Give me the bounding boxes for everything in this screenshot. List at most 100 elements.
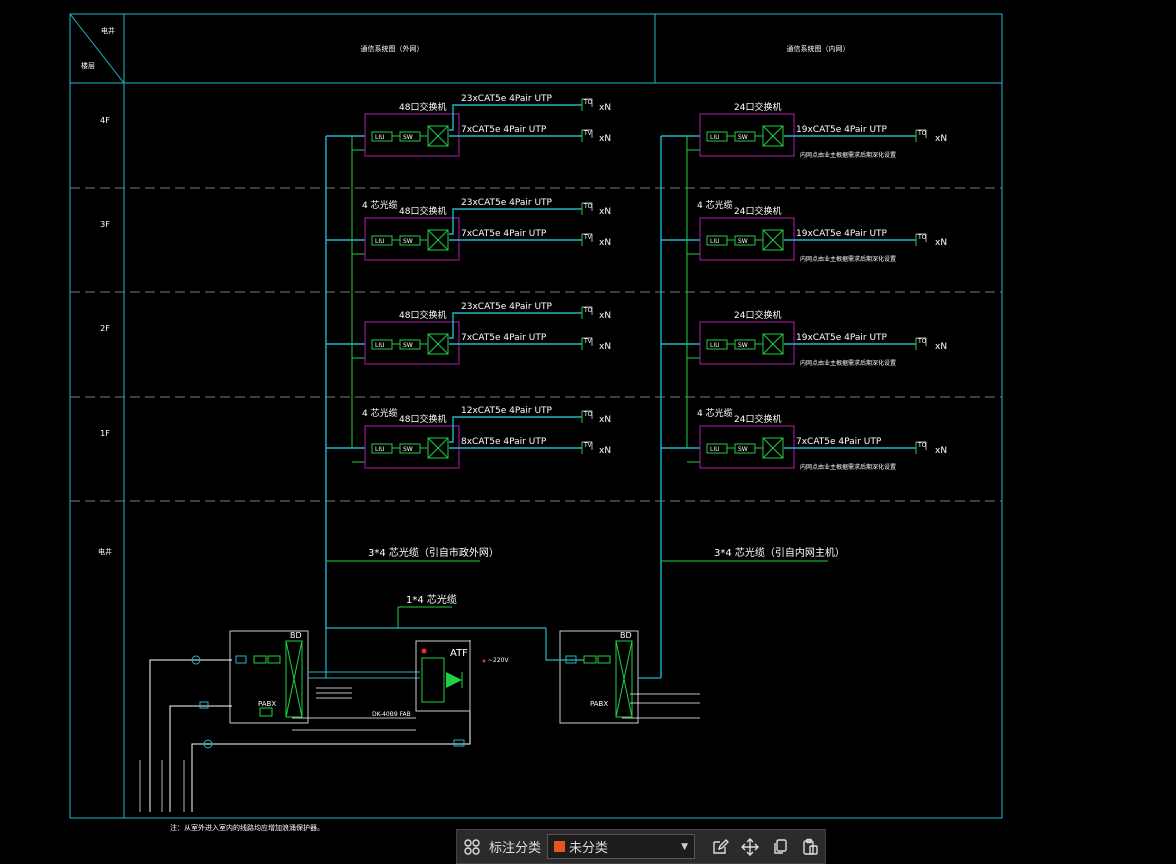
inner-distribution-frame: BD PABX: [545, 628, 700, 724]
left-floor-row-1f: LIU SW 48口交换机4 芯光缆 12xCAT5e 4Pair UTP 8xCAT5…: [326, 406, 611, 469]
sw-label: SW: [738, 446, 748, 453]
outlet-label: TV: [583, 130, 593, 137]
fiber-label: 4 芯光缆: [362, 407, 398, 419]
count-label: xN: [599, 134, 611, 144]
atf-unit: ATF ~220V DK-40B9 FAB: [372, 640, 509, 718]
inner-bd-label: BD: [620, 631, 632, 640]
move-icon[interactable]: [735, 832, 765, 862]
count-label: xN: [599, 311, 611, 321]
sw-label: SW: [403, 446, 413, 453]
count-label: xN: [599, 238, 611, 248]
floor-rows: LIU SW 48口交换机 23xCAT5e 4Pair UTP 7xCAT5e 4Pa…: [326, 94, 947, 471]
annotation-category-label: 标注分类: [489, 841, 542, 856]
outer-pabx-label: PABX: [258, 700, 276, 708]
liu-label: LIU: [710, 342, 720, 349]
liu-label: LIU: [375, 446, 385, 453]
incoming-lines: [139, 640, 471, 812]
atf-label: ATF: [450, 648, 468, 659]
cable-label-upper: 7xCAT5e 4Pair UTP: [796, 437, 882, 447]
left-floor-row-2f: LIU SW 48口交换机 23xCAT5e 4Pair UTP 7xCAT5e 4Pa…: [326, 302, 611, 365]
outlet-label: TO: [917, 338, 927, 345]
corner-top-label: 电井: [101, 26, 115, 35]
floor-label-2f: 2F: [100, 324, 110, 333]
right-floor-row-1f: LIU SW 24口交换机4 芯光缆 7xCAT5e 4Pair UTP 内网点由业主根…: [661, 407, 947, 471]
switch-label: 48口交换机: [399, 205, 446, 217]
switch-label: 24口交换机: [734, 205, 781, 217]
sw-label: SW: [403, 238, 413, 245]
left-floor-row-4f: LIU SW 48口交换机 23xCAT5e 4Pair UTP 7xCAT5e 4Pa…: [326, 94, 611, 157]
count-label: xN: [935, 238, 947, 248]
copy-icon[interactable]: [765, 832, 795, 862]
floor-label-3f: 3F: [100, 220, 110, 229]
outlet-label: TO: [583, 99, 593, 106]
cable-label-upper: 12xCAT5e 4Pair UTP: [461, 406, 553, 416]
switch-label: 48口交换机: [399, 309, 446, 321]
cable-label-upper: 23xCAT5e 4Pair UTP: [461, 94, 553, 104]
outlet-label: TO: [917, 130, 927, 137]
category-color-swatch: [554, 841, 566, 852]
floor-label-1f: 1F: [100, 429, 110, 438]
outlet-label: TO: [917, 442, 927, 449]
sw-label: SW: [403, 342, 413, 349]
liu-label: LIU: [710, 238, 720, 245]
liu-label: LIU: [710, 134, 720, 141]
liu-label: LIU: [710, 446, 720, 453]
annotation-category-select[interactable]: 未分类 ▼: [547, 834, 696, 859]
sw-label: SW: [403, 134, 413, 141]
cable-label-lower: 7xCAT5e 4Pair UTP: [461, 125, 547, 135]
liu-label: LIU: [375, 238, 385, 245]
sw-label: SW: [738, 238, 748, 245]
system-diagram: 电井 楼层 通信系统图（外网） 通信系统图（内网） 4F 3F 2F 1F 电井…: [69, 13, 1003, 832]
trunk-lines: [326, 560, 828, 628]
cable-label-lower: 7xCAT5e 4Pair UTP: [461, 333, 547, 343]
count-label: xN: [599, 103, 611, 113]
cable-label-lower: 7xCAT5e 4Pair UTP: [461, 229, 547, 239]
inner-point-note: 内网点由业主根据需求后期深化设置: [800, 463, 896, 471]
sw-label: SW: [738, 134, 748, 141]
count-label: xN: [599, 415, 611, 425]
trunk-outer-label: 3*4 芯光缆（引自市政外网）: [368, 546, 499, 559]
count-label: xN: [599, 342, 611, 352]
left-floor-row-3f: LIU SW 48口交换机4 芯光缆 23xCAT5e 4Pair UTP 7xCAT5…: [326, 198, 611, 261]
edit-icon[interactable]: [705, 832, 735, 862]
count-label: xN: [599, 207, 611, 217]
switch-label: 24口交换机: [734, 101, 781, 113]
floor-label-shaft: 电井: [98, 547, 112, 556]
inner-point-note: 内网点由业主根据需求后期深化设置: [800, 151, 896, 159]
sw-label: SW: [738, 342, 748, 349]
cable-label-upper: 23xCAT5e 4Pair UTP: [461, 302, 553, 312]
category-value: 未分类: [569, 841, 609, 856]
paste-icon[interactable]: [795, 832, 825, 862]
count-label: xN: [599, 446, 611, 456]
outlet-label: TV: [583, 338, 593, 345]
liu-label: LIU: [375, 342, 385, 349]
outlet-label: TO: [583, 203, 593, 210]
fiber-label: 4 芯光缆: [697, 407, 733, 419]
fiber-label: 4 芯光缆: [362, 199, 398, 211]
switch-label: 24口交换机: [734, 413, 781, 425]
right-floor-row-4f: LIU SW 24口交换机 19xCAT5e 4Pair UTP 内网点由业主根据需求后…: [661, 101, 947, 159]
outer-network-title: 通信系统图（外网）: [361, 44, 424, 53]
trunk-inner-label: 3*4 芯光缆（引自内网主机）: [714, 546, 845, 559]
count-label: xN: [935, 446, 947, 456]
cable-label-upper: 19xCAT5e 4Pair UTP: [796, 333, 888, 343]
cable-label-upper: 19xCAT5e 4Pair UTP: [796, 125, 888, 135]
count-label: xN: [935, 342, 947, 352]
floor-label-4f: 4F: [100, 116, 110, 125]
count-label: xN: [935, 134, 947, 144]
outlet-label: TO: [583, 307, 593, 314]
switch-label: 48口交换机: [399, 413, 446, 425]
grid-icon[interactable]: [457, 832, 487, 862]
outlet-label: TV: [583, 442, 593, 449]
inner-point-note: 内网点由业主根据需求后期深化设置: [800, 359, 896, 367]
annotation-toolbar: 标注分类 未分类 ▼: [456, 829, 826, 864]
cable-note: DK-40B9 FAB: [372, 711, 411, 718]
fiber-label: 4 芯光缆: [697, 199, 733, 211]
inner-network-title: 通信系统图（内网）: [787, 44, 850, 53]
cable-label-lower: 8xCAT5e 4Pair UTP: [461, 437, 547, 447]
inner-point-note: 内网点由业主根据需求后期深化设置: [800, 255, 896, 263]
outlet-label: TO: [917, 234, 927, 241]
right-floor-row-3f: LIU SW 24口交换机4 芯光缆 19xCAT5e 4Pair UTP 内网点由业主…: [661, 199, 947, 263]
chevron-down-icon: ▼: [681, 841, 689, 852]
outer-bd-label: BD: [290, 631, 302, 640]
